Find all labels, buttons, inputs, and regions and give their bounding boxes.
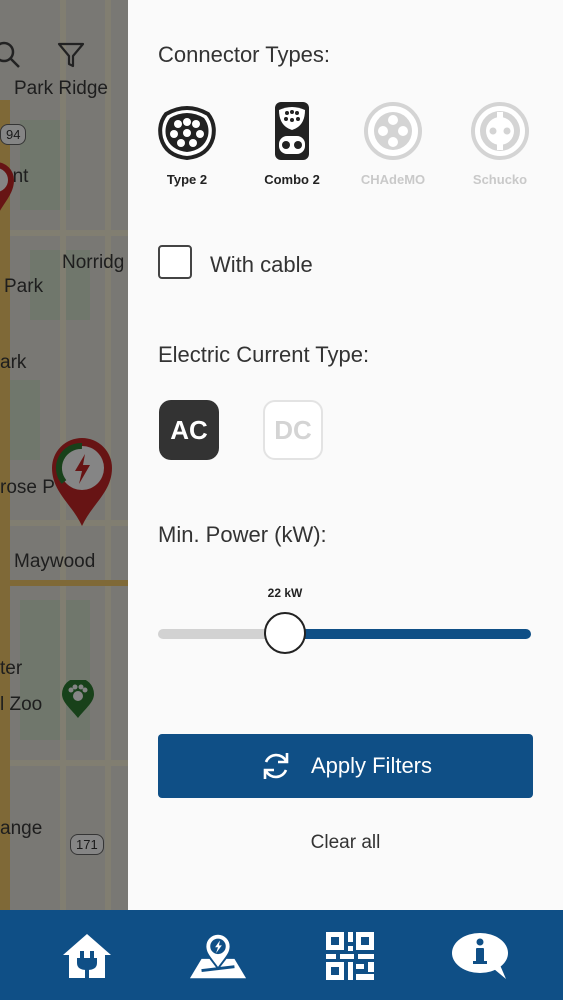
connector-label: Combo 2 [264,172,320,187]
map-charging-icon [189,932,247,979]
power-slider-track-active[interactable] [278,629,531,639]
connector-combo2[interactable]: Combo 2 [252,100,332,187]
nav-qr-scan[interactable] [320,928,380,984]
apply-filters-label: Apply Filters [310,753,433,778]
filter-icon[interactable] [56,40,86,70]
refresh-icon [263,753,289,779]
current-type-title: Electric Current Type: [158,342,370,367]
schucko-connector-icon [471,102,529,160]
nav-map[interactable] [188,928,248,984]
connector-label: CHAdeMO [360,172,426,187]
clear-all-link[interactable]: Clear all [158,832,533,854]
power-slider-thumb[interactable] [264,612,306,654]
connector-label: Schucko [472,172,528,187]
combo2-connector-icon [275,102,309,160]
connector-schucko[interactable]: Schucko [460,100,540,187]
type2-connector-icon [158,106,216,161]
filter-panel: Connector Types: Type 2 Combo 2 CHAdeMO … [128,0,563,910]
min-power-title: Min. Power (kW): [158,522,327,547]
with-cable-label[interactable]: With cable [210,252,313,278]
nav-home-charging[interactable] [57,928,117,984]
info-chat-icon [452,933,508,979]
bottom-nav [0,910,563,1000]
connector-types-title: Connector Types: [158,42,331,67]
connector-type2[interactable]: Type 2 [147,100,227,187]
map-overlay-shade[interactable] [0,0,128,910]
home-plug-icon [63,934,111,978]
search-icon[interactable] [0,40,22,70]
connector-chademo[interactable]: CHAdeMO [353,100,433,187]
chademo-connector-icon [364,102,422,160]
dc-button[interactable]: DC [263,400,323,460]
power-slider-value: 22 kW [267,586,303,600]
map-view[interactable]: Park Ridge ont Norridg Park ark rose P M… [0,0,128,910]
nav-info[interactable] [450,928,510,984]
connector-label: Type 2 [166,172,208,187]
apply-filters-button[interactable]: Apply Filters [158,734,533,798]
ac-button[interactable]: AC [159,400,219,460]
with-cable-checkbox[interactable] [158,245,192,279]
qr-code-icon [326,932,374,980]
